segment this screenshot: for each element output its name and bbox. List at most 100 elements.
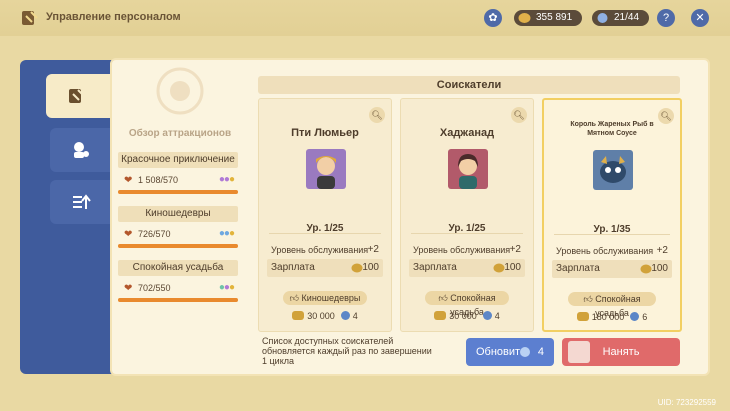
- attraction-name: Красочное приключение: [118, 152, 238, 168]
- characters-tab-icon: [74, 142, 89, 158]
- refresh-button[interactable]: Обновить 4: [466, 338, 554, 366]
- candidates-title: Соискатели: [258, 76, 680, 94]
- coin-icon: [576, 312, 589, 321]
- staff-tab-icon: [69, 89, 85, 103]
- heart-icon: ❤: [124, 283, 133, 294]
- salary-label: Зарплата: [556, 263, 600, 274]
- coin-icon: [640, 264, 652, 274]
- attraction-score: 702/550: [138, 283, 171, 293]
- salary-label: Зарплата: [413, 262, 457, 273]
- hire-cycles-value: 4: [352, 311, 358, 321]
- hire-icon: [568, 341, 590, 363]
- visitor-icon: [597, 13, 608, 23]
- service-level-row: Уровень обслуживания +2: [267, 241, 383, 259]
- attraction-stats: ❤ 702/550 ●●●: [118, 280, 238, 298]
- hire-cost-value: 30 000: [307, 311, 335, 321]
- refresh-token-icon: [520, 347, 530, 357]
- service-level-value: +2: [656, 245, 668, 256]
- settings-icon[interactable]: ✿: [484, 9, 502, 27]
- service-level-label: Уровень обслуживания: [271, 245, 369, 255]
- candidate-name: Пти Люмьер: [291, 127, 359, 139]
- page-title: Управление персоналом: [46, 11, 181, 23]
- heart-icon: ❤: [124, 175, 133, 186]
- hire-cost-value: 180 000: [591, 312, 625, 322]
- coin-icon: [292, 311, 305, 320]
- attraction-name: Киношедевры: [118, 206, 238, 222]
- heart-icon: ❤: [124, 229, 133, 240]
- salary-value: 100: [504, 262, 521, 273]
- cycle-icon: [340, 311, 350, 320]
- tab-upgrade[interactable]: [50, 180, 110, 224]
- hire-cycles-value: 4: [494, 311, 500, 321]
- attraction-score: 726/570: [138, 229, 171, 239]
- attraction-tag: 👍︎ Спокойная усадьба: [568, 292, 656, 318]
- hire-cost: 30 000 4: [401, 311, 533, 321]
- coin-icon: [434, 311, 447, 320]
- capacity-value: 21/44: [614, 12, 640, 23]
- candidate-card[interactable]: 🔍︎ Пти Люмьер Ур. 1/25 Уровень обслужива…: [258, 98, 392, 332]
- attraction-progress-fill: [118, 244, 238, 248]
- attraction-stats: ❤ 1 508/570 ●●●: [118, 172, 238, 190]
- hire-cost-value: 30 000: [449, 311, 477, 321]
- close-button[interactable]: ✕: [691, 9, 709, 27]
- attraction-stats: ❤ 726/570 ●●●: [118, 226, 238, 244]
- attraction-progress: [118, 244, 238, 248]
- hire-cost: 30 000 4: [259, 311, 391, 321]
- top-bar: Управление персоналом ✿ 355 891 21/44 ? …: [0, 0, 730, 36]
- currency-value: 355 891: [536, 12, 573, 23]
- attraction-tag: 👍︎ Спокойная усадьба: [425, 291, 509, 317]
- card-divider: [411, 233, 523, 234]
- refresh-count: 4: [537, 346, 544, 358]
- refresh-button-label: Обновить: [476, 346, 526, 358]
- tab-staff[interactable]: [46, 74, 112, 118]
- service-level-row: Уровень обслуживания +2: [552, 242, 672, 260]
- attraction-item: Красочное приключение ❤ 1 508/570 ●●●: [118, 152, 238, 194]
- overview-title: Обзор аттракционов: [128, 128, 232, 139]
- service-level-value: +2: [367, 244, 379, 255]
- attraction-progress-fill: [118, 190, 238, 194]
- attraction-tag: 👍︎ Киношедевры: [283, 291, 367, 305]
- attraction-tag-label: Киношедевры: [301, 293, 361, 303]
- candidate-portrait: [306, 149, 346, 189]
- search-icon[interactable]: 🔍︎: [511, 107, 527, 123]
- salary-value: 100: [362, 262, 379, 273]
- attraction-progress: [118, 190, 238, 194]
- currency-badge: 355 891: [514, 10, 583, 26]
- attraction-item: Киношедевры ❤ 726/570 ●●●: [118, 206, 238, 248]
- service-level-label: Уровень обслуживания: [413, 245, 511, 255]
- salary-label: Зарплата: [271, 262, 315, 273]
- uid-label: UID: 723292559: [657, 398, 716, 407]
- staff-slots-icon: ●●●: [218, 282, 235, 293]
- help-button[interactable]: ?: [657, 9, 675, 27]
- attraction-item: Спокойная усадьба ❤ 702/550 ●●●: [118, 260, 238, 302]
- card-divider: [554, 234, 670, 235]
- hire-cost: 180 000 6: [544, 312, 680, 322]
- service-level-label: Уровень обслуживания: [556, 246, 654, 256]
- hire-button[interactable]: Нанять: [562, 338, 680, 366]
- service-level-value: +2: [509, 244, 521, 255]
- cycle-icon: [482, 311, 492, 320]
- salary-value: 100: [651, 263, 668, 274]
- salary-row: Зарплата 100: [267, 259, 383, 277]
- tab-characters[interactable]: [50, 128, 110, 172]
- candidate-card[interactable]: 🔍︎ Хаджанад Ур. 1/25 Уровень обслуживани…: [400, 98, 534, 332]
- cycle-icon: [630, 312, 640, 321]
- upgrade-tab-icon: [73, 194, 91, 209]
- candidate-card-selected[interactable]: 🔍︎ Король Жареных Рыб в Мятном Соусе Ур.…: [542, 98, 682, 332]
- attraction-name: Спокойная усадьба: [118, 260, 238, 276]
- card-divider: [269, 233, 381, 234]
- staff-slots-icon: ●●●: [218, 174, 235, 185]
- coin-icon: [493, 263, 505, 273]
- park-emblem-icon: [156, 67, 204, 115]
- candidate-name: Хаджанад: [439, 127, 495, 139]
- service-level-row: Уровень обслуживания +2: [409, 241, 525, 259]
- attraction-progress-fill: [118, 298, 238, 302]
- coin-icon: [351, 263, 363, 273]
- staff-slots-icon: ●●●: [218, 228, 235, 239]
- candidate-portrait: [448, 149, 488, 189]
- search-icon[interactable]: 🔍︎: [369, 107, 385, 123]
- attraction-score: 1 508/570: [138, 175, 179, 185]
- refresh-note: Список доступных соискателей обновляется…: [262, 336, 432, 366]
- coin-icon: [518, 13, 531, 23]
- salary-row: Зарплата 100: [552, 260, 672, 278]
